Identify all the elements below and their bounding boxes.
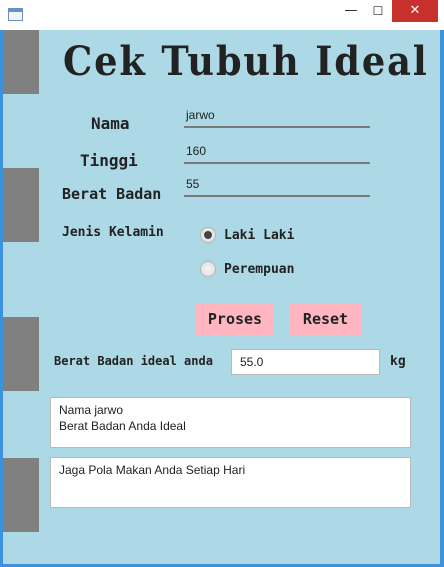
- minimize-button[interactable]: —: [338, 0, 364, 22]
- page-title: Cek Tubuh Ideal: [63, 38, 429, 85]
- unit-label: kg: [390, 354, 406, 369]
- ideal-weight-label: Berat Badan ideal anda: [54, 354, 213, 368]
- nama-label: Nama: [91, 114, 130, 133]
- radio-perempuan-label: Perempuan: [224, 261, 295, 277]
- ideal-weight-field[interactable]: 55.0: [231, 349, 380, 375]
- advice-text: Jaga Pola Makan Anda Setiap Hari: [59, 463, 246, 477]
- side-block: [3, 168, 39, 242]
- result-line-name: Nama jarwo: [59, 403, 124, 417]
- side-block: [3, 317, 39, 391]
- tinggi-field[interactable]: 160: [184, 144, 370, 164]
- nama-field[interactable]: jarwo: [184, 108, 370, 128]
- radio-laki-laki[interactable]: Laki Laki: [200, 225, 294, 245]
- result-line-status: Berat Badan Anda Ideal: [59, 419, 186, 433]
- jenis-kelamin-label: Jenis Kelamin: [62, 225, 164, 240]
- close-button[interactable]: ✕: [392, 0, 438, 22]
- berat-label: Berat Badan: [62, 185, 162, 203]
- radio-perempuan-button[interactable]: [200, 261, 216, 277]
- side-block: [3, 458, 39, 532]
- tinggi-label: Tinggi: [80, 151, 138, 170]
- result-textarea[interactable]: Nama jarwo Berat Badan Anda Ideal: [50, 397, 411, 448]
- maximize-button[interactable]: ☐: [365, 0, 391, 22]
- title-bar: — ☐ ✕: [0, 0, 444, 30]
- app-icon: [8, 8, 23, 21]
- radio-laki-laki-button[interactable]: [200, 227, 216, 243]
- side-block: [3, 30, 39, 94]
- form-panel: Cek Tubuh Ideal Nama jarwo Tinggi 160 Be…: [3, 30, 440, 564]
- app-window: — ☐ ✕ Cek Tubuh Ideal Nama jarwo Tinggi …: [0, 0, 444, 567]
- radio-laki-laki-label: Laki Laki: [224, 227, 295, 243]
- reset-button[interactable]: Reset: [290, 303, 361, 335]
- berat-field[interactable]: 55: [184, 177, 370, 197]
- proses-button[interactable]: Proses: [196, 303, 274, 335]
- radio-perempuan[interactable]: Perempuan: [200, 259, 294, 279]
- advice-textarea[interactable]: Jaga Pola Makan Anda Setiap Hari: [50, 457, 411, 508]
